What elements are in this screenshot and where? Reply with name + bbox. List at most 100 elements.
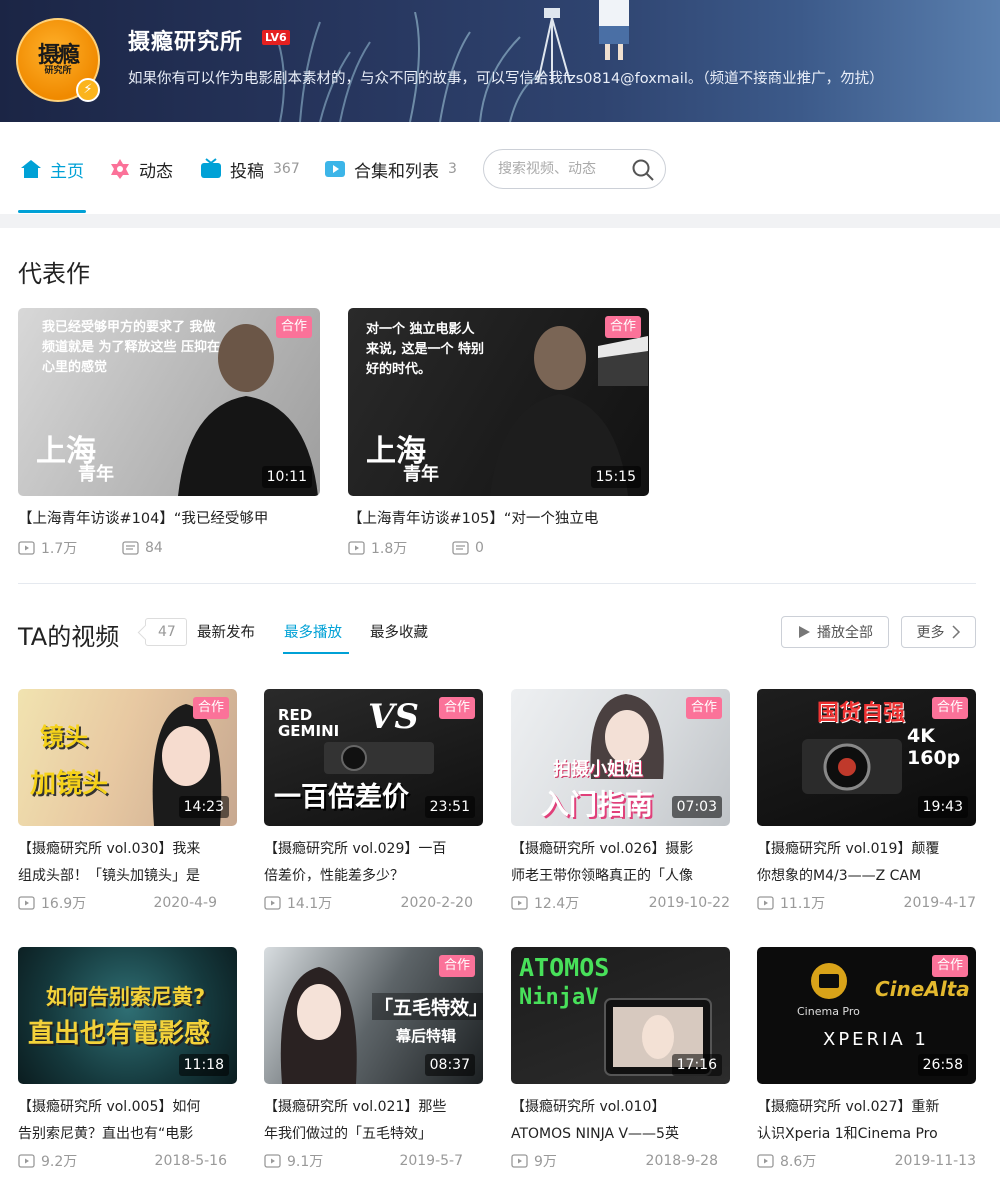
video-title[interactable]: 【上海青年访谈#105】“对一个独立电 xyxy=(348,506,650,532)
featured-card[interactable]: 对一个 独立电影人来说, 这是一个 特别好的时代。 上海 青年 合作 15:15… xyxy=(348,308,650,558)
video-card[interactable]: 「五毛特效」 幕后特辑 合作 08:37 【摄瘾研究所 vol.021】那些 年… xyxy=(264,947,483,1171)
duration-label: 23:51 xyxy=(424,796,475,818)
thumbnail-text: 「五毛特效」 xyxy=(372,993,483,1020)
tab-collections[interactable]: 合集和列表 3 xyxy=(324,154,457,184)
video-card[interactable]: 如何告别索尼黄? 直出也有電影感 11:18 【摄瘾研究所 vol.005】如何… xyxy=(18,947,237,1171)
video-stats: 9.2万 2018-5-16 xyxy=(18,1151,237,1171)
video-title-line[interactable]: 【摄瘾研究所 vol.021】那些 xyxy=(264,1094,483,1121)
play-count-icon xyxy=(264,1154,281,1168)
search-input[interactable] xyxy=(498,161,626,177)
duration-label: 11:18 xyxy=(178,1054,229,1076)
video-stats: 12.4万 2019-10-22 xyxy=(511,893,730,913)
vs-mark: VS xyxy=(368,697,419,737)
video-title-line[interactable]: 年我们做过的「五毛特效」 xyxy=(264,1121,483,1148)
play-all-button[interactable]: 播放全部 xyxy=(781,616,889,648)
dynamic-icon xyxy=(111,159,129,179)
video-title-line[interactable]: 【摄瘾研究所 vol.027】重新 xyxy=(757,1094,976,1121)
play-count-icon xyxy=(348,541,365,555)
video-thumbnail[interactable]: ATOMOS NinjaV 17:16 xyxy=(511,947,730,1084)
featured-card[interactable]: 我已经受够甲方的要求了 我做频道就是 为了释放这些 压抑在心里的感觉 上海 青年… xyxy=(18,308,320,558)
upload-date: 2018-9-28 xyxy=(645,1153,718,1169)
collab-badge: 合作 xyxy=(275,316,312,338)
duration-label: 10:11 xyxy=(261,466,312,488)
tab-dynamic[interactable]: 动态 xyxy=(109,154,173,184)
featured-title: 代表作 xyxy=(18,260,90,288)
video-thumbnail[interactable]: 如何告别索尼黄? 直出也有電影感 11:18 xyxy=(18,947,237,1084)
thumbnail-text: 镜头 xyxy=(40,723,88,751)
thumbnail-text: 幕后特辑 xyxy=(396,1027,457,1045)
video-stats: 16.9万 2020-4-9 xyxy=(18,893,237,913)
play-icon xyxy=(799,626,810,638)
thumbnail-text: RED GEMINI xyxy=(278,706,340,740)
duration-label: 17:16 xyxy=(671,1054,722,1076)
video-thumbnail[interactable]: 「五毛特效」 幕后特辑 合作 08:37 xyxy=(264,947,483,1084)
active-tab-indicator xyxy=(18,210,86,213)
video-card[interactable]: RED GEMINI VS 一百倍差价 合作 23:51 【摄瘾研究所 vol.… xyxy=(264,689,483,913)
play-count-icon xyxy=(18,541,35,555)
video-title-line[interactable]: 认识Xperia 1和Cinema Pro xyxy=(757,1121,976,1148)
thumbnail-text: 入门指南 xyxy=(541,788,654,821)
video-icon xyxy=(201,158,221,178)
video-thumbnail[interactable]: 对一个 独立电影人来说, 这是一个 特别好的时代。 上海 青年 合作 15:15 xyxy=(348,308,649,496)
play-count-icon xyxy=(264,896,281,910)
video-stats: 8.6万 2019-11-13 xyxy=(757,1151,976,1171)
play-count-icon xyxy=(511,896,528,910)
video-title-line[interactable]: 师老王带你领略真正的「人像 xyxy=(511,863,730,890)
thumbnail-text: 加镜头 xyxy=(30,769,109,799)
video-title-line[interactable]: 【摄瘾研究所 vol.026】摄影 xyxy=(511,836,730,863)
video-thumbnail[interactable]: 我已经受够甲方的要求了 我做频道就是 为了释放这些 压抑在心里的感觉 上海 青年… xyxy=(18,308,320,496)
videos-title: TA的视频 xyxy=(18,623,120,651)
tab-most-played[interactable]: 最多播放 xyxy=(284,621,342,642)
video-card[interactable]: 国货自强 4K 160p 合作 19:43 【摄瘾研究所 vol.019】颠覆 … xyxy=(757,689,976,913)
thumbnail-youth: 青年 xyxy=(403,464,439,485)
video-title-line[interactable]: 【摄瘾研究所 vol.030】我来 xyxy=(18,836,237,863)
tab-home[interactable]: 主页 xyxy=(20,154,84,184)
video-title[interactable]: 【上海青年访谈#104】“我已经受够甲 xyxy=(18,506,320,532)
collab-badge: 合作 xyxy=(604,316,641,338)
collab-badge: 合作 xyxy=(192,697,229,719)
active-tab-indicator xyxy=(283,652,349,654)
video-stats: 1.8万 0 xyxy=(348,538,650,558)
video-title-line[interactable]: 【摄瘾研究所 vol.010】 xyxy=(511,1094,730,1121)
search-box[interactable] xyxy=(483,149,666,189)
tab-submit[interactable]: 投稿 367 xyxy=(200,154,300,184)
video-title-line[interactable]: 【摄瘾研究所 vol.005】如何 xyxy=(18,1094,237,1121)
video-stats: 9.1万 2019-5-7 xyxy=(264,1151,483,1171)
video-title-line[interactable]: 【摄瘾研究所 vol.029】一百 xyxy=(264,836,483,863)
video-thumbnail[interactable]: 镜头 加镜头 合作 14:23 xyxy=(18,689,237,826)
collab-badge: 合作 xyxy=(931,697,968,719)
video-title-line[interactable]: 【摄瘾研究所 vol.019】颠覆 xyxy=(757,836,976,863)
video-thumbnail[interactable]: 拍摄小姐姐 入门指南 合作 07:03 xyxy=(511,689,730,826)
video-title-line[interactable]: 倍差价，性能差多少？ xyxy=(264,863,483,890)
duration-label: 26:58 xyxy=(917,1054,968,1076)
play-count-icon xyxy=(757,896,774,910)
tab-most-favorited[interactable]: 最多收藏 xyxy=(370,621,428,642)
upload-date: 2019-10-22 xyxy=(648,895,730,911)
video-title-line[interactable]: 组成头部！「镜头加镜头」是 xyxy=(18,863,237,890)
tab-latest[interactable]: 最新发布 xyxy=(197,621,255,642)
search-icon[interactable] xyxy=(631,158,655,182)
thumbnail-text: NinjaV xyxy=(519,985,599,1010)
section-divider xyxy=(18,583,976,584)
upload-date: 2020-4-9 xyxy=(153,895,217,911)
video-card[interactable]: 拍摄小姐姐 入门指南 合作 07:03 【摄瘾研究所 vol.026】摄影 师老… xyxy=(511,689,730,913)
play-count-icon xyxy=(511,1154,528,1168)
video-thumbnail[interactable]: Cinema Pro CineAlta XPERIA 1 合作 26:58 xyxy=(757,947,976,1084)
video-card[interactable]: 镜头 加镜头 合作 14:23 【摄瘾研究所 vol.030】我来 组成头部！「… xyxy=(18,689,237,913)
more-button[interactable]: 更多 xyxy=(901,616,976,648)
person-figure xyxy=(280,967,357,1084)
home-icon xyxy=(21,160,41,178)
section-gap xyxy=(0,214,1000,228)
video-card[interactable]: ATOMOS NinjaV 17:16 【摄瘾研究所 vol.010】 ATOM… xyxy=(511,947,730,1171)
thumbnail-text: 直出也有電影感 xyxy=(28,1019,211,1049)
video-title-line[interactable]: ATOMOS NINJA V——5英 xyxy=(511,1121,730,1148)
upload-date: 2018-5-16 xyxy=(154,1153,227,1169)
chevron-right-icon xyxy=(951,625,960,639)
video-title-line[interactable]: 告别索尼黄？直出也有“电影 xyxy=(18,1121,237,1148)
video-thumbnail[interactable]: RED GEMINI VS 一百倍差价 合作 23:51 xyxy=(264,689,483,826)
thumbnail-text: XPERIA 1 xyxy=(823,1029,929,1050)
video-card[interactable]: Cinema Pro CineAlta XPERIA 1 合作 26:58 【摄… xyxy=(757,947,976,1171)
video-thumbnail[interactable]: 国货自强 4K 160p 合作 19:43 xyxy=(757,689,976,826)
thumbnail-text: 一百倍差价 xyxy=(274,782,409,813)
video-title-line[interactable]: 你想象的M4/3——Z CAM xyxy=(757,863,976,890)
